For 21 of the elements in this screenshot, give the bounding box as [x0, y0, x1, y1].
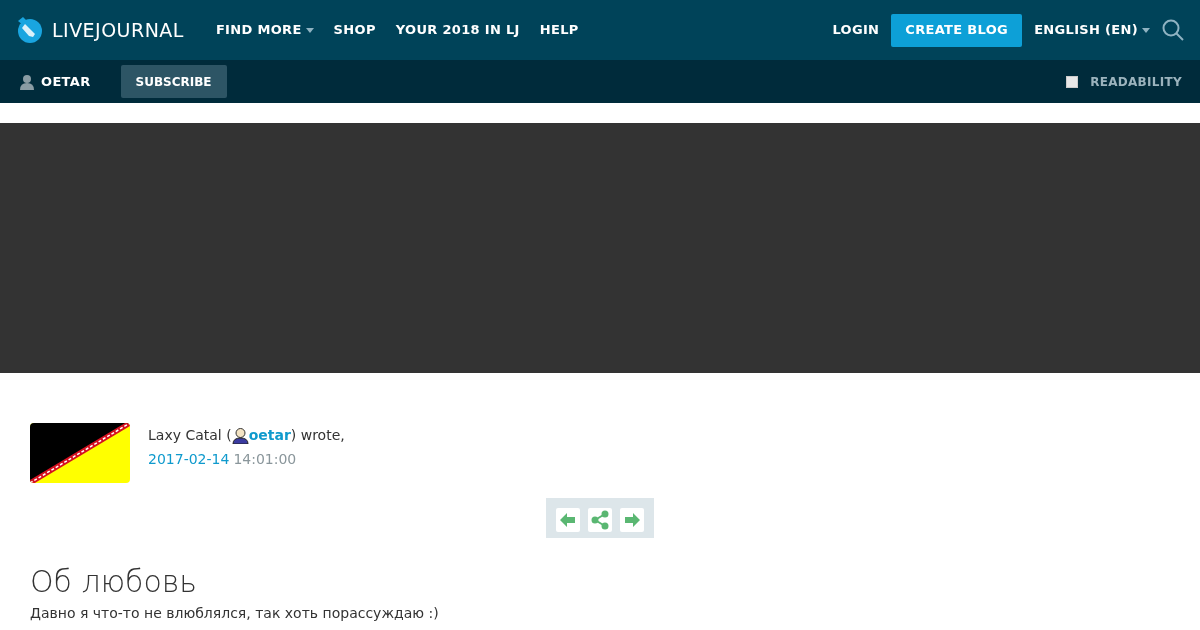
- login-link[interactable]: LOGIN: [832, 20, 880, 40]
- language-dropdown[interactable]: ENGLISH (EN): [1034, 20, 1150, 40]
- post-time: 14:01:00: [233, 450, 297, 469]
- readability-checkbox[interactable]: [1066, 75, 1079, 88]
- author-line: Laxy Catal ( oetar) wrote,: [148, 425, 345, 446]
- nav-link[interactable]: YOUR 2018 IN LJ: [395, 20, 520, 40]
- user-icon: [20, 73, 34, 90]
- logo-text[interactable]: LIVEJOURNAL: [52, 15, 184, 45]
- caret-icon: [305, 27, 314, 33]
- search-icon[interactable]: [1162, 19, 1184, 41]
- readability-label[interactable]: READABILITY: [1090, 72, 1182, 91]
- nav-link[interactable]: HELP: [539, 20, 579, 40]
- user-icon: [231, 427, 249, 444]
- post-text: Давно я что-то не влюблялся, так хоть порассуждаю :): [30, 604, 440, 622]
- logo-icon[interactable]: [16, 16, 44, 44]
- nav-dropdown[interactable]: FIND MORE: [215, 20, 314, 40]
- post-title: Об любовь: [30, 564, 199, 600]
- subscribe-button[interactable]: SUBSCRIBE: [120, 65, 227, 98]
- username-link[interactable]: OETAR: [41, 71, 91, 92]
- nav-link[interactable]: SHOP: [333, 20, 376, 40]
- caret-icon: [1142, 27, 1150, 33]
